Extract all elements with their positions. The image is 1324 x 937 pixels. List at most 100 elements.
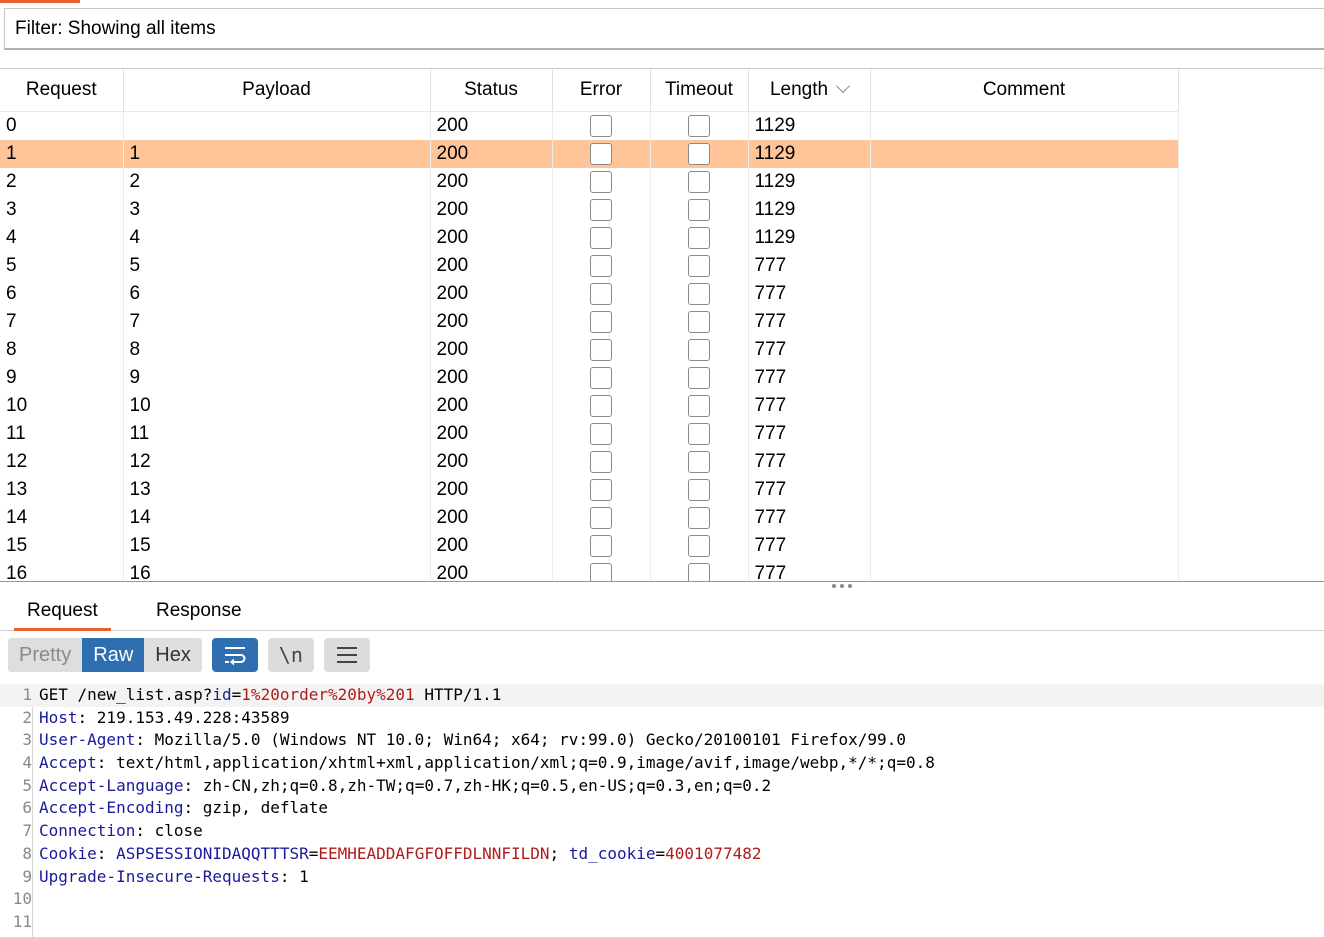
cell-payload: 10 [123, 392, 431, 420]
error-checkbox[interactable] [590, 478, 612, 501]
column-header-label: Error [579, 79, 623, 100]
cell-comment [870, 140, 1179, 168]
cell-status: 200 [430, 280, 553, 308]
line-number: 7 [22, 821, 32, 841]
cell-timeout [650, 252, 749, 280]
request-line: 1 GET /new_list.asp?id=1%20order%20by%201… [0, 684, 1324, 707]
cell-length: 777 [748, 448, 871, 476]
tab-response[interactable]: Response [156, 596, 242, 628]
cell-request: 16 [0, 560, 124, 581]
menu-button[interactable] [323, 638, 370, 672]
filter-bar[interactable]: Filter: Showing all items [4, 8, 1324, 50]
error-checkbox[interactable] [590, 310, 612, 333]
cell-error [552, 111, 651, 140]
cell-length: 1129 [748, 224, 871, 252]
cell-timeout [650, 560, 749, 581]
timeout-checkbox[interactable] [688, 450, 710, 473]
column-header-request[interactable]: Request [0, 69, 124, 112]
request-token: Accept-Encoding [39, 798, 184, 818]
error-checkbox[interactable] [590, 422, 612, 445]
column-header-payload[interactable]: Payload [123, 69, 431, 112]
request-token: Upgrade-Insecure-Requests [39, 866, 280, 886]
table-row[interactable]: 11 11 200 777 [0, 420, 1179, 448]
cell-status: 200 [430, 532, 553, 560]
error-checkbox[interactable] [590, 562, 612, 581]
error-checkbox[interactable] [590, 254, 612, 277]
table-row[interactable]: 7 7 200 777 [0, 308, 1179, 336]
error-checkbox[interactable] [590, 450, 612, 473]
timeout-checkbox[interactable] [688, 338, 710, 361]
column-header-error[interactable]: Error [552, 69, 651, 112]
error-checkbox[interactable] [590, 282, 612, 305]
column-header-status[interactable]: Status [430, 69, 553, 112]
error-checkbox[interactable] [590, 142, 612, 165]
request-token: 4001077482 [665, 843, 762, 863]
timeout-checkbox[interactable] [688, 422, 710, 445]
table-row[interactable]: 9 9 200 777 [0, 364, 1179, 392]
show-newlines-button[interactable]: \n [267, 638, 314, 672]
pane-splitter-handle[interactable] [829, 580, 855, 592]
error-checkbox[interactable] [590, 506, 612, 529]
cell-status: 200 [430, 336, 553, 364]
timeout-checkbox[interactable] [688, 366, 710, 389]
hex-button[interactable]: Hex [144, 638, 202, 672]
timeout-checkbox[interactable] [688, 478, 710, 501]
table-row[interactable]: 8 8 200 777 [0, 336, 1179, 364]
error-checkbox[interactable] [590, 198, 612, 221]
timeout-checkbox[interactable] [688, 254, 710, 277]
table-row[interactable]: 10 10 200 777 [0, 392, 1179, 420]
table-row[interactable]: 12 12 200 777 [0, 448, 1179, 476]
error-checkbox[interactable] [590, 226, 612, 249]
table-row[interactable]: 6 6 200 777 [0, 280, 1179, 308]
column-header-timeout[interactable]: Timeout [650, 69, 749, 112]
table-row[interactable]: 14 14 200 777 [0, 504, 1179, 532]
error-checkbox[interactable] [590, 394, 612, 417]
column-header-comment[interactable]: Comment [870, 69, 1179, 112]
timeout-checkbox[interactable] [688, 226, 710, 249]
request-token: EEMHEADDAFGFOFFDLNNFILDN [318, 843, 550, 863]
request-editor[interactable]: 1 GET /new_list.asp?id=1%20order%20by%201… [0, 684, 1324, 934]
cell-request: 11 [0, 420, 124, 448]
column-header-label: Length [769, 79, 829, 100]
timeout-checkbox[interactable] [688, 394, 710, 417]
cell-timeout [650, 140, 749, 168]
table-row[interactable]: 4 4 200 1129 [0, 224, 1179, 252]
column-header-length[interactable]: Length [748, 69, 871, 112]
error-checkbox[interactable] [590, 366, 612, 389]
timeout-checkbox[interactable] [688, 170, 710, 193]
error-checkbox[interactable] [590, 338, 612, 361]
error-checkbox[interactable] [590, 534, 612, 557]
cell-timeout [650, 420, 749, 448]
timeout-checkbox[interactable] [688, 534, 710, 557]
raw-button[interactable]: Raw [82, 638, 145, 672]
line-number: 5 [22, 775, 32, 795]
column-header-label: Payload [242, 79, 311, 100]
tab-request[interactable]: Request [14, 596, 111, 631]
cell-comment [870, 476, 1179, 504]
table-row[interactable]: 2 2 200 1129 [0, 168, 1179, 196]
timeout-checkbox[interactable] [688, 114, 710, 137]
timeout-checkbox[interactable] [688, 282, 710, 305]
results-table: Request Payload Status Error Timeout Len… [0, 69, 1179, 581]
table-row[interactable]: 16 16 200 777 [0, 560, 1179, 581]
timeout-checkbox[interactable] [688, 142, 710, 165]
table-row[interactable]: 13 13 200 777 [0, 476, 1179, 504]
timeout-checkbox[interactable] [688, 506, 710, 529]
cell-status: 200 [430, 308, 553, 336]
timeout-checkbox[interactable] [688, 562, 710, 581]
request-token: = [655, 843, 666, 863]
error-checkbox[interactable] [590, 170, 612, 193]
top-accent-bar [0, 0, 80, 3]
error-checkbox[interactable] [590, 114, 612, 137]
timeout-checkbox[interactable] [688, 198, 710, 221]
pretty-button[interactable]: Pretty [8, 638, 83, 672]
timeout-checkbox[interactable] [688, 310, 710, 333]
cell-length: 777 [748, 308, 871, 336]
table-row[interactable]: 0 200 1129 [0, 111, 1179, 140]
wrap-lines-button[interactable] [211, 638, 258, 672]
cell-length: 1129 [748, 111, 871, 140]
table-row[interactable]: 15 15 200 777 [0, 532, 1179, 560]
table-row[interactable]: 5 5 200 777 [0, 252, 1179, 280]
table-row[interactable]: 1 1 200 1129 [0, 140, 1179, 168]
table-row[interactable]: 3 3 200 1129 [0, 196, 1179, 224]
